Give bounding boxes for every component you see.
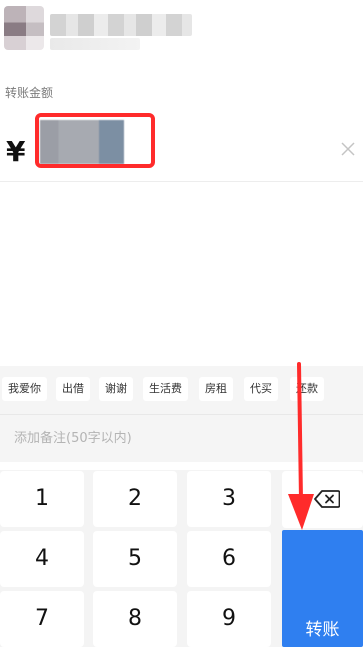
- recipient-detail-redacted: [50, 38, 140, 50]
- close-icon[interactable]: [340, 141, 356, 157]
- quick-note-chip[interactable]: 代买: [244, 377, 278, 401]
- amount-label: 转账金额: [5, 86, 54, 100]
- recipient-name-redacted: [50, 14, 192, 36]
- currency-symbol: ¥: [6, 135, 26, 168]
- amount-divider: [0, 181, 363, 182]
- quick-note-chip[interactable]: 房租: [199, 377, 233, 401]
- quick-note-chip[interactable]: 谢谢: [99, 377, 133, 401]
- transfer-submit-button[interactable]: 转账: [282, 530, 363, 647]
- key-1[interactable]: 1: [0, 471, 84, 527]
- arrow-down-annotation-icon: [288, 362, 314, 530]
- key-5[interactable]: 5: [93, 531, 177, 587]
- key-4[interactable]: 4: [0, 531, 84, 587]
- key-9[interactable]: 9: [187, 591, 271, 647]
- key-2[interactable]: 2: [93, 471, 177, 527]
- amount-highlight-annotation: [35, 113, 155, 168]
- quick-note-chip[interactable]: 我爱你: [2, 377, 47, 401]
- recipient-info: [0, 0, 363, 70]
- quick-note-chip[interactable]: 出借: [56, 377, 90, 401]
- quick-note-chip[interactable]: 生活费: [143, 377, 188, 401]
- key-8[interactable]: 8: [93, 591, 177, 647]
- recipient-avatar: [4, 6, 44, 50]
- key-3[interactable]: 3: [187, 471, 271, 527]
- key-6[interactable]: 6: [187, 531, 271, 587]
- key-7[interactable]: 7: [0, 591, 84, 647]
